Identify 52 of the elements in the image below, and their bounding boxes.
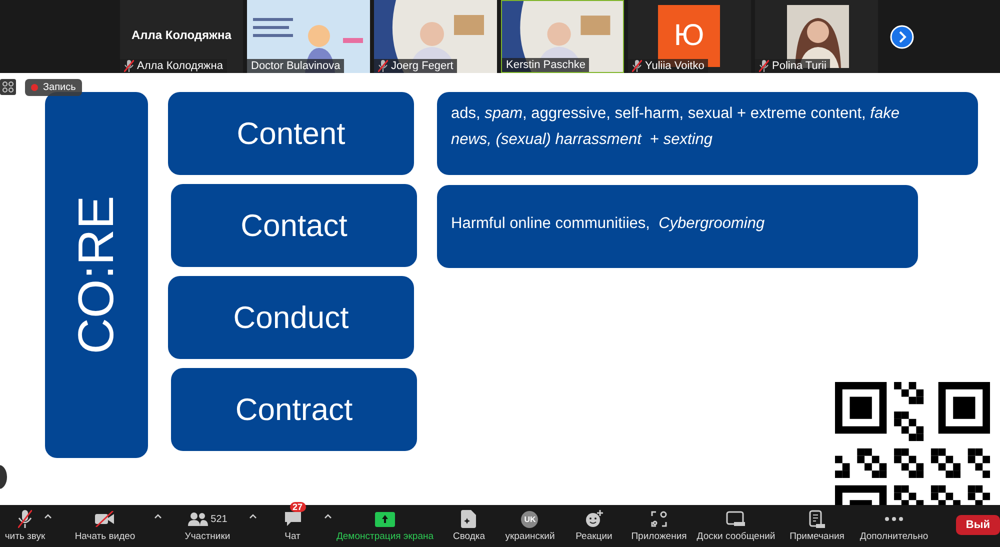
caret-icon[interactable]: [154, 514, 162, 519]
toolbar-button[interactable]: Дополнительно: [854, 506, 934, 546]
apps-icon: [651, 511, 667, 527]
category-box: Content: [168, 92, 414, 175]
video-off-icon: [95, 511, 115, 527]
toolbar-button[interactable]: Сводка: [446, 506, 492, 546]
next-page-icon[interactable]: [890, 24, 914, 48]
toolbar-button[interactable]: Реакции: [570, 506, 618, 546]
toolbar-button[interactable]: Примечания: [784, 506, 850, 546]
muted-mic-icon: [18, 510, 32, 528]
toolbar-button[interactable]: Приложения: [625, 506, 693, 546]
grid-icon[interactable]: [0, 79, 16, 95]
description-box: ads, spam, aggressive, self-harm, sexual + extreme content, fake news, (sexual) harrassment + sexting: [437, 92, 978, 175]
name-label: Polina Turii: [755, 59, 830, 73]
description-box: Harmful online communitiies, Cybergrooming: [437, 185, 918, 268]
whiteboard-icon: [726, 511, 746, 527]
participant-count: 521: [210, 514, 228, 524]
video-tile[interactable]: Kerstin Paschke: [501, 0, 624, 73]
toolbar-button[interactable]: UK украинский: [499, 506, 561, 546]
toolbar-button[interactable]: 521 Участники: [178, 506, 236, 546]
video-tile[interactable]: Алла Колодяжна Алла Колодяжна: [120, 0, 243, 73]
share-screen-icon: [374, 512, 395, 526]
caret-icon[interactable]: [249, 514, 257, 519]
participant-name: Алла Колодяжна: [130, 28, 232, 42]
name-label: Yuliia Voitko: [628, 59, 708, 73]
leave-button[interactable]: Вый: [956, 515, 1000, 535]
more-icon: [884, 516, 904, 522]
people-icon: [188, 512, 208, 526]
category-box: Conduct: [168, 276, 414, 359]
toolbar-button[interactable]: Демонстрация экрана: [330, 506, 440, 546]
toolbar-button[interactable]: Начать видео: [68, 506, 142, 546]
category-box: Contract: [171, 368, 417, 451]
slide-title: CO:RE: [68, 196, 126, 354]
toolbar-button[interactable]: чить звук: [0, 506, 52, 546]
video-tile[interactable]: Joerg Fegert: [374, 0, 497, 73]
smiley-plus-icon: [584, 510, 603, 528]
document-sparkle-icon: [461, 510, 476, 528]
toolbar-button[interactable]: Доски сообщений: [690, 506, 782, 546]
category-box: Contact: [171, 184, 417, 267]
caret-icon[interactable]: [44, 514, 52, 519]
video-tile[interactable]: Ю Yuliia Voitko: [628, 0, 751, 73]
name-label: Doctor Bulavinova: [247, 59, 344, 73]
notes-icon: [808, 510, 825, 528]
language-badge: UK: [521, 510, 538, 528]
name-label: Joerg Fegert: [374, 59, 458, 73]
chat-icon: [284, 511, 302, 527]
video-tile[interactable]: Doctor Bulavinova: [247, 0, 370, 73]
recording-indicator[interactable]: Запись: [25, 79, 82, 96]
caret-icon[interactable]: [324, 514, 332, 519]
name-label: Алла Колодяжна: [120, 59, 227, 73]
unread-badge: 27: [290, 502, 306, 512]
name-label: Kerstin Paschke: [502, 58, 590, 72]
